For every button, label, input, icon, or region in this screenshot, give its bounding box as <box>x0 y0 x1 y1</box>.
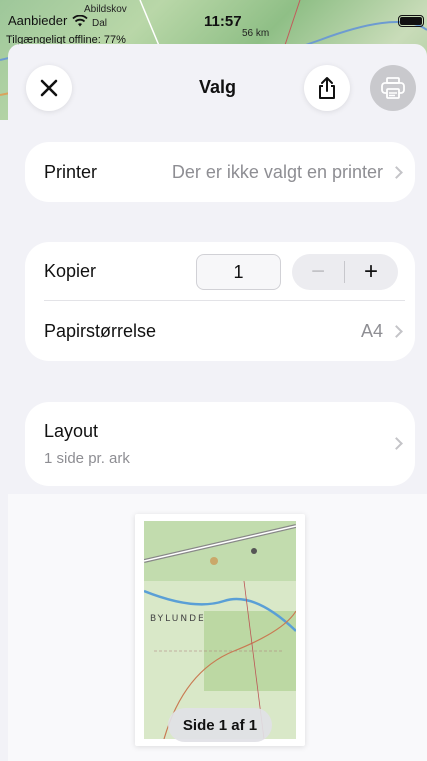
chevron-right-icon <box>390 437 403 450</box>
battery-icon <box>398 15 424 27</box>
carrier-text: Aanbieder <box>8 13 88 28</box>
copies-input[interactable]: 1 <box>196 254 281 290</box>
map-preview-image: BYLUNDE <box>144 521 296 739</box>
options-card: Kopier 1 − + Papirstørrelse A4 <box>25 242 415 361</box>
map-label: Abildskov <box>84 4 127 15</box>
paper-size-row[interactable]: Papirstørrelse A4 <box>25 301 415 361</box>
layout-subtitle: 1 side pr. ark <box>44 450 130 467</box>
paper-size-value: A4 <box>360 320 383 341</box>
increment-button[interactable]: + <box>345 254 397 290</box>
map-label: Dal <box>92 18 108 29</box>
layout-label: Layout <box>44 421 99 441</box>
wifi-icon <box>72 14 88 26</box>
copies-label: Kopier <box>44 260 97 281</box>
page-title: Valg <box>198 77 237 97</box>
print-options-sheet: Valg Printer Der er ikke valgt en printe… <box>8 44 427 761</box>
printer-value: Der er ikke valgt en printer <box>171 161 383 182</box>
map-label: 56 km <box>242 28 270 39</box>
decrement-button[interactable]: − <box>292 254 344 290</box>
status-time: 11:57 <box>204 13 242 30</box>
copies-stepper: − + <box>292 254 398 290</box>
status-bar: Aanbieder Abildskov Dal 11:57 56 km Tilg… <box>0 0 427 46</box>
page-count-badge: Side 1 af 1 <box>168 708 272 742</box>
printer-icon <box>381 77 405 99</box>
printer-row[interactable]: Printer Der er ikke valgt en printer <box>25 142 415 202</box>
chevron-right-icon <box>390 324 403 338</box>
navigation-bar: Valg <box>8 44 427 134</box>
share-icon <box>319 77 335 99</box>
print-preview-area: BYLUNDE Side 1 af 1 <box>8 494 427 761</box>
share-button[interactable] <box>304 65 350 111</box>
paper-size-label: Papirstørrelse <box>44 320 157 341</box>
map-preview-label: BYLUNDE <box>150 614 206 624</box>
printer-label: Printer <box>44 161 98 182</box>
layout-row[interactable]: Layout 1 side pr. ark <box>25 402 415 486</box>
print-button[interactable] <box>370 65 416 111</box>
chevron-right-icon <box>390 165 403 179</box>
copies-row: Kopier 1 − + <box>25 242 415 300</box>
